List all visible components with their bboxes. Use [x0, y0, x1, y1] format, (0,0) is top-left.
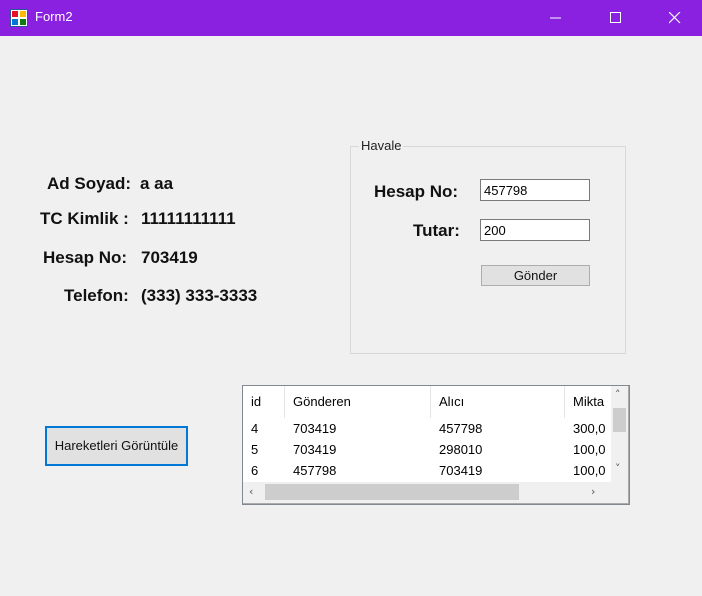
account-label: Hesap No: — [43, 248, 128, 267]
horizontal-scroll-thumb[interactable] — [265, 484, 519, 500]
table-row[interactable]: 6 457798 703419 100,0 — [243, 460, 611, 481]
cell-amount: 100,0 — [573, 463, 606, 478]
account-value: 703419 — [141, 248, 198, 267]
transfer-account-input[interactable] — [480, 179, 590, 201]
cell-id: 6 — [251, 463, 259, 478]
name-label: Ad Soyad: — [47, 174, 132, 193]
scroll-down-icon[interactable]: ˅ — [615, 462, 621, 475]
transactions-grid[interactable]: id Gönderen Alıcı Mikta 4 703419 457798 … — [242, 385, 630, 505]
transfer-groupbox — [350, 146, 626, 354]
transfer-account-label: Hesap No: — [374, 182, 459, 201]
phone-label: Telefon: — [64, 286, 129, 305]
view-transactions-button[interactable]: Hareketleri Görüntüle — [45, 426, 188, 466]
cell-amount: 300,0 — [573, 421, 606, 436]
table-row[interactable]: 4 703419 457798 300,0 — [243, 418, 611, 439]
scroll-left-icon[interactable]: ‹ — [249, 485, 253, 498]
scroll-right-icon[interactable]: › — [591, 485, 595, 498]
close-button[interactable] — [652, 0, 698, 36]
cell-sender: 457798 — [293, 463, 337, 478]
tc-value: 11111111111 — [141, 209, 236, 228]
maximize-icon — [610, 12, 621, 23]
title-bar: Form2 — [0, 0, 702, 36]
scrollbar-corner — [611, 482, 628, 503]
cell-receiver: 457798 — [439, 421, 483, 436]
phone-value: (333) 333-3333 — [141, 286, 258, 305]
cell-receiver: 703419 — [439, 463, 483, 478]
cell-amount: 100,0 — [573, 442, 606, 457]
maximize-button[interactable] — [593, 0, 639, 36]
minimize-button[interactable] — [533, 0, 579, 36]
horizontal-scrollbar[interactable]: ‹ › — [243, 482, 611, 503]
vertical-scrollbar[interactable]: ˄ ˅ — [611, 386, 628, 482]
column-header-id[interactable]: id — [243, 386, 285, 418]
name-value: a aa — [140, 174, 174, 193]
tc-label: TC Kimlik : — [40, 209, 129, 228]
column-header-sender[interactable]: Gönderen — [285, 386, 431, 418]
transfer-group-title: Havale — [359, 138, 404, 153]
column-header-receiver[interactable]: Alıcı — [431, 386, 565, 418]
table-row[interactable]: 5 703419 298010 100,0 — [243, 439, 611, 460]
cell-id: 5 — [251, 442, 259, 457]
app-icon — [10, 9, 28, 27]
close-icon — [669, 12, 681, 24]
cell-sender: 703419 — [293, 442, 337, 457]
cell-receiver: 298010 — [439, 442, 483, 457]
cell-sender: 703419 — [293, 421, 337, 436]
send-button[interactable]: Gönder — [481, 265, 590, 286]
scroll-up-icon[interactable]: ˄ — [615, 388, 621, 401]
cell-id: 4 — [251, 421, 259, 436]
transfer-amount-input[interactable] — [480, 219, 590, 241]
transfer-amount-label: Tutar: — [413, 221, 460, 240]
vertical-scroll-thumb[interactable] — [613, 408, 626, 432]
minimize-icon — [550, 17, 561, 19]
grid-body: id Gönderen Alıcı Mikta 4 703419 457798 … — [243, 386, 611, 482]
window-title: Form2 — [35, 9, 73, 24]
